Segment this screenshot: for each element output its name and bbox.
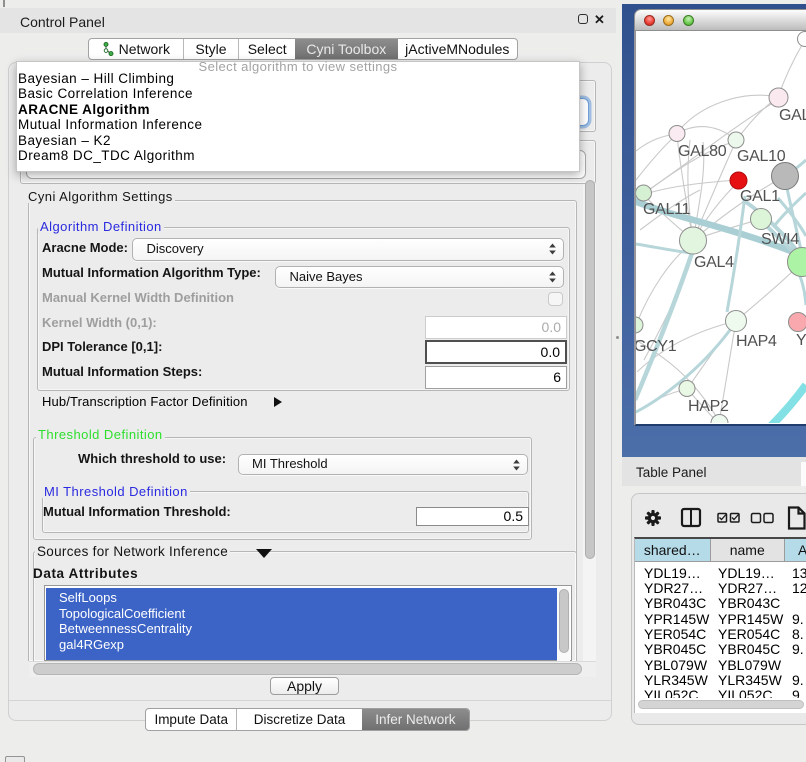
svg-text:GAL80: GAL80 — [678, 143, 727, 160]
svg-text:GAL11: GAL11 — [643, 201, 691, 218]
svg-text:GCY1: GCY1 — [636, 338, 677, 355]
svg-text:HAP2: HAP2 — [688, 398, 729, 415]
svg-text:Y: Y — [796, 332, 806, 349]
svg-text:HAP4: HAP4 — [736, 333, 777, 350]
svg-text:GAL: GAL — [779, 107, 806, 124]
svg-text:GAL1: GAL1 — [740, 188, 780, 205]
svg-text:GAL10: GAL10 — [737, 148, 786, 165]
svg-text:SWI4: SWI4 — [761, 231, 799, 248]
svg-text:GAL4: GAL4 — [694, 254, 734, 271]
